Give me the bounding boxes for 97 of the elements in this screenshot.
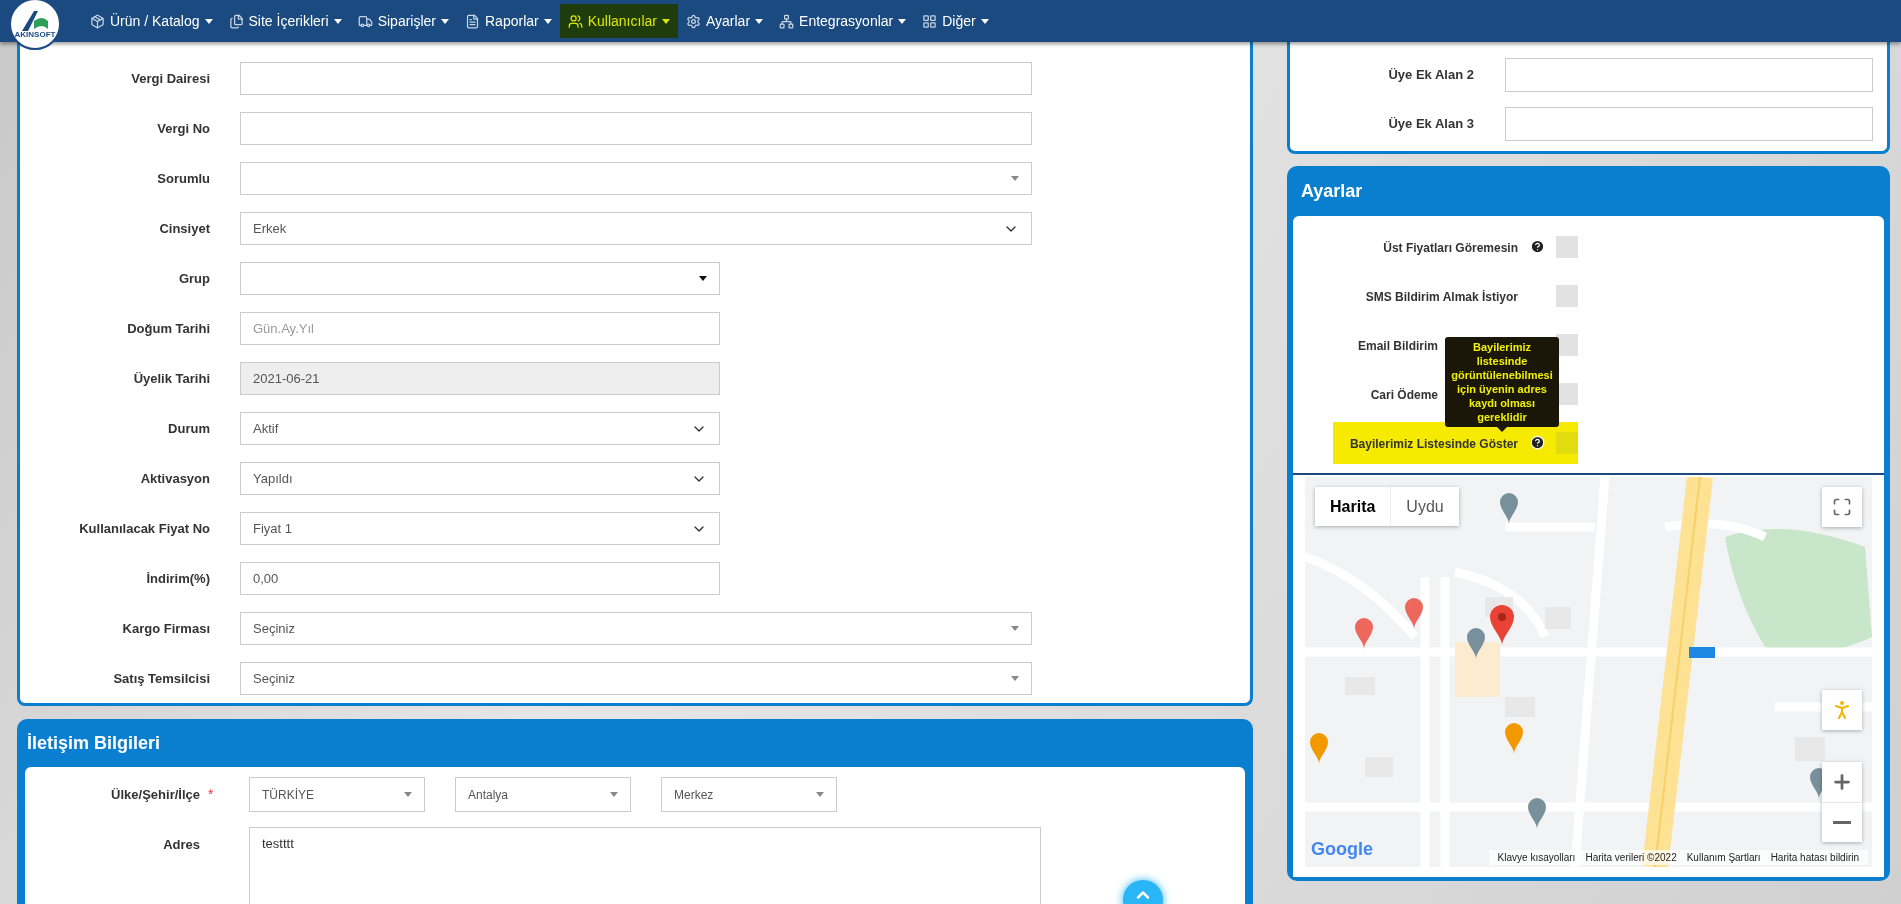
nav-menu-item[interactable]: Ayarlar <box>677 4 772 38</box>
text-field[interactable] <box>1505 107 1873 141</box>
help-icon[interactable] <box>1529 239 1545 254</box>
logo-mark-icon <box>20 9 50 31</box>
caret-icon <box>1011 676 1019 681</box>
caret-icon <box>1011 176 1019 181</box>
field-label: Ülke/Şehir/İlçe <box>110 785 200 804</box>
nav-menu-item[interactable]: Siparişler <box>349 4 457 38</box>
users-icon <box>567 13 583 29</box>
nav-menu-item[interactable]: Entegrasyonlar <box>771 4 915 38</box>
combo-field[interactable]: Antalya <box>455 777 631 812</box>
map-footer-link[interactable]: Klavye kısayolları <box>1492 850 1581 865</box>
caret-icon <box>204 18 213 24</box>
card-title: Ayarlar <box>1300 179 1364 203</box>
gear-icon <box>685 13 701 29</box>
map-footer-link[interactable]: Harita verileri ©2022 <box>1580 850 1682 865</box>
field-label: Adres <box>162 836 200 854</box>
nav-menu-item[interactable]: Kullanıcılar <box>559 4 678 38</box>
street-view-button[interactable] <box>1822 690 1862 730</box>
map-type-tab[interactable]: Uydu <box>1390 487 1459 526</box>
files-icon <box>228 13 244 29</box>
caret-icon <box>661 18 670 24</box>
field-label: Cinsiyet <box>158 219 210 238</box>
combo-field[interactable]: TÜRKİYE <box>249 777 425 812</box>
caret-icon <box>898 18 907 24</box>
field-label: Üyelik Tarihi <box>132 369 210 388</box>
text-field[interactable]: Gün.Ay.Yıl <box>240 312 720 345</box>
grid-icon <box>922 13 938 29</box>
map-footer-link[interactable]: Kullanım Şartları <box>1681 850 1766 865</box>
nav-menu-item[interactable]: Ürün / Katalog <box>82 4 221 38</box>
caret-icon <box>610 792 618 797</box>
caret-icon <box>1011 626 1019 631</box>
readonly-field[interactable]: 2021-06-21 <box>240 362 720 395</box>
field-label: Aktivasyon <box>139 469 210 488</box>
logo-text: AKINSOFT <box>14 31 56 39</box>
text-field[interactable] <box>240 112 1032 145</box>
document-icon <box>465 13 480 29</box>
field-label: Kargo Firması <box>121 619 210 638</box>
nav-menu-item[interactable]: Diğer <box>914 4 997 38</box>
text-field[interactable] <box>240 62 1032 95</box>
map-footer-link[interactable]: Harita hatası bildirin <box>1765 850 1864 865</box>
box-icon <box>90 13 105 29</box>
plus-icon <box>1831 771 1853 793</box>
truck-icon <box>357 13 373 29</box>
text-field[interactable] <box>1505 58 1873 92</box>
field-label: Üye Ek Alan 3 <box>1387 115 1474 134</box>
option-label: Üst Fiyatları Göremesin <box>1383 240 1518 255</box>
field-label: Üye Ek Alan 2 <box>1387 66 1474 85</box>
fullscreen-icon <box>1832 497 1852 517</box>
option-label: Bayilerimiz Listesinde Göster <box>1349 436 1518 451</box>
field-label: Vergi Dairesi <box>130 69 210 88</box>
logo[interactable]: AKINSOFT <box>9 0 61 50</box>
caret-icon <box>333 18 342 24</box>
required-mark: * <box>207 785 215 804</box>
map[interactable]: Harita Uydu Google Klavye kısayolları Harita verileri ©2022 Kullanım Şartları Harita hatası bildirin <box>1293 473 1884 877</box>
option-label: SMS Bildirim Almak İstiyor <box>1365 289 1518 304</box>
caret-icon <box>980 18 989 24</box>
map-provider-logo: Google <box>1311 838 1373 861</box>
combo-field[interactable]: Seçiniz <box>240 612 1032 645</box>
tooltip: Bayilerimiz listesinde görüntülenebilmesi için üyenin adres kaydı olması gereklidir <box>1445 337 1559 432</box>
caret-icon <box>816 792 824 797</box>
checkbox[interactable] <box>1556 235 1578 258</box>
address-field[interactable]: testttt <box>249 827 1041 904</box>
option-label: Cari Ödeme <box>1370 387 1438 402</box>
field-label: Satış Temsilcisi <box>112 669 210 688</box>
caret-icon <box>699 276 707 281</box>
text-field[interactable]: 0,00 <box>240 562 720 595</box>
field-label: Sorumlu <box>156 169 210 188</box>
caret-icon <box>755 18 764 24</box>
select-field[interactable]: Aktif <box>240 412 720 445</box>
field-label: Kullanılacak Fiyat No <box>78 519 210 538</box>
field-label: Vergi No <box>156 119 210 138</box>
dropdown-field[interactable] <box>240 262 720 295</box>
caret-icon <box>543 18 552 24</box>
field-label: Durum <box>167 419 210 438</box>
fullscreen-button[interactable] <box>1822 487 1862 527</box>
map-type-tab[interactable]: Harita <box>1315 487 1391 526</box>
checkbox[interactable] <box>1556 284 1578 307</box>
field-label: Doğum Tarihi <box>126 319 210 338</box>
card-title: İletişim Bilgileri <box>26 731 162 755</box>
caret-icon <box>404 792 412 797</box>
select-field[interactable]: Fiyat 1 <box>240 512 720 545</box>
field-label: Grup <box>177 269 210 288</box>
caret-icon <box>441 18 449 24</box>
help-icon[interactable] <box>1529 435 1545 450</box>
select-field[interactable]: Erkek <box>240 212 1032 245</box>
field-label: İndirim(%) <box>145 569 210 588</box>
combo-field[interactable]: Seçiniz <box>240 662 1032 695</box>
network-icon <box>779 13 795 29</box>
nav-menu-item[interactable]: Site İçerikleri <box>220 4 350 38</box>
select-field[interactable]: Yapıldı <box>240 462 720 495</box>
minus-icon <box>1833 821 1851 824</box>
option-label: Email Bildirim <box>1357 338 1438 353</box>
combo-field[interactable]: Merkez <box>661 777 837 812</box>
nav-menu-item[interactable]: Raporlar <box>457 4 560 38</box>
combo-field[interactable] <box>240 162 1032 195</box>
checkbox[interactable] <box>1556 431 1578 454</box>
